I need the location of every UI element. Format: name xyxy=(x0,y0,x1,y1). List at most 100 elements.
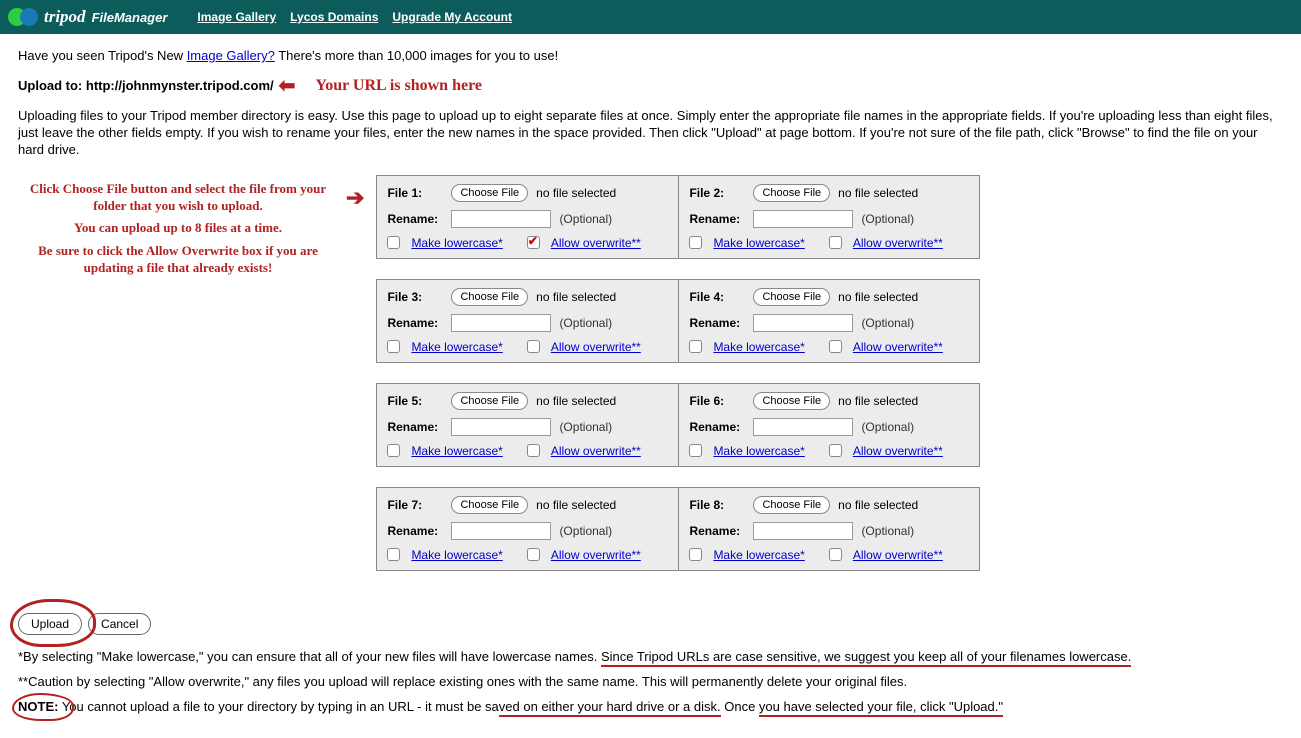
rename-input[interactable] xyxy=(753,418,853,436)
overwrite-link[interactable]: Allow overwrite** xyxy=(551,340,641,354)
choose-file-button[interactable]: Choose File xyxy=(753,288,830,306)
overwrite-link[interactable]: Allow overwrite** xyxy=(551,236,641,250)
file-box-2: File 2: Choose File no file selected Rename… xyxy=(678,175,980,259)
rename-label: Rename: xyxy=(387,524,443,538)
rename-input[interactable] xyxy=(451,210,551,228)
url-annotation: Your URL is shown here xyxy=(315,77,482,95)
lowercase-checkbox[interactable] xyxy=(689,236,702,249)
optional-text: (Optional) xyxy=(861,524,914,538)
no-file-text: no file selected xyxy=(838,290,918,304)
overwrite-checkbox[interactable] xyxy=(829,548,842,561)
lowercase-link[interactable]: Make lowercase* xyxy=(713,236,804,250)
lowercase-checkbox[interactable] xyxy=(387,444,400,457)
nav-lycos-domains[interactable]: Lycos Domains xyxy=(290,10,378,24)
overwrite-link[interactable]: Allow overwrite** xyxy=(853,548,943,562)
upload-circle-annotation: Upload xyxy=(18,613,82,635)
optional-text: (Optional) xyxy=(559,524,612,538)
logo-icon xyxy=(8,6,38,28)
overwrite-checkbox[interactable] xyxy=(527,340,540,353)
file-label: File 2: xyxy=(689,186,745,200)
overwrite-checkbox[interactable] xyxy=(829,236,842,249)
rename-input[interactable] xyxy=(451,314,551,332)
lowercase-checkbox[interactable] xyxy=(689,340,702,353)
footnote-lowercase: *By selecting "Make lowercase," you can … xyxy=(18,649,1283,664)
choose-file-button[interactable]: Choose File xyxy=(451,496,528,514)
overwrite-link[interactable]: Allow overwrite** xyxy=(551,444,641,458)
lowercase-link[interactable]: Make lowercase* xyxy=(713,444,804,458)
lowercase-checkbox[interactable] xyxy=(387,236,400,249)
file-box-8: File 8:Choose Fileno file selectedRename… xyxy=(678,487,980,571)
lowercase-link[interactable]: Make lowercase* xyxy=(411,548,502,562)
choose-file-button[interactable]: Choose File xyxy=(753,392,830,410)
lowercase-link[interactable]: Make lowercase* xyxy=(713,548,804,562)
overwrite-checkbox[interactable] xyxy=(829,340,842,353)
no-file-text: no file selected xyxy=(838,186,918,200)
overwrite-link[interactable]: Allow overwrite** xyxy=(853,444,943,458)
choose-file-button[interactable]: Choose File xyxy=(753,184,830,202)
lowercase-checkbox[interactable] xyxy=(689,444,702,457)
file-box-6: File 6:Choose Fileno file selectedRename… xyxy=(678,383,980,467)
optional-text: (Optional) xyxy=(559,212,612,226)
overwrite-checkbox[interactable] xyxy=(527,444,540,457)
choose-file-button[interactable]: Choose File xyxy=(451,184,528,202)
brand-b: FileManager xyxy=(92,10,168,25)
no-file-text: no file selected xyxy=(536,290,616,304)
rename-label: Rename: xyxy=(689,212,745,226)
description: Uploading files to your Tripod member di… xyxy=(18,108,1283,159)
header-bar: tripod FileManager Image Gallery Lycos D… xyxy=(0,0,1301,34)
no-file-text: no file selected xyxy=(536,394,616,408)
file-label: File 1: xyxy=(387,186,443,200)
footnote-overwrite: **Caution by selecting "Allow overwrite,… xyxy=(18,674,1283,689)
upload-grid: File 1: Choose File no file selected Rename… xyxy=(376,175,980,591)
lowercase-checkbox[interactable] xyxy=(387,548,400,561)
choose-file-button[interactable]: Choose File xyxy=(451,288,528,306)
rename-input[interactable] xyxy=(451,418,551,436)
rename-input[interactable] xyxy=(753,210,853,228)
arrow-icon: ➔ xyxy=(346,185,364,211)
rename-input[interactable] xyxy=(753,314,853,332)
file-box-4: File 4: Choose File no file selected Rename… xyxy=(678,279,980,363)
file-label: File 5: xyxy=(387,394,443,408)
choose-file-button[interactable]: Choose File xyxy=(451,392,528,410)
file-label: File 8: xyxy=(689,498,745,512)
file-label: File 4: xyxy=(689,290,745,304)
lowercase-link[interactable]: Make lowercase* xyxy=(411,236,502,250)
rename-label: Rename: xyxy=(387,420,443,434)
rename-label: Rename: xyxy=(689,524,745,538)
lowercase-link[interactable]: Make lowercase* xyxy=(411,340,502,354)
cancel-button[interactable]: Cancel xyxy=(88,613,151,635)
rename-label: Rename: xyxy=(387,316,443,330)
overwrite-checkbox[interactable] xyxy=(527,548,540,561)
rename-label: Rename: xyxy=(689,316,745,330)
overwrite-checkbox[interactable] xyxy=(829,444,842,457)
lowercase-link[interactable]: Make lowercase* xyxy=(713,340,804,354)
overwrite-link[interactable]: Allow overwrite** xyxy=(853,340,943,354)
footnote-note: NOTE: You cannot upload a file to your d… xyxy=(18,699,1283,714)
optional-text: (Optional) xyxy=(861,316,914,330)
upload-button[interactable]: Upload xyxy=(18,613,82,635)
choose-file-button[interactable]: Choose File xyxy=(753,496,830,514)
rename-input[interactable] xyxy=(753,522,853,540)
brand-a: tripod xyxy=(44,7,86,27)
optional-text: (Optional) xyxy=(861,420,914,434)
lowercase-checkbox[interactable] xyxy=(387,340,400,353)
image-gallery-link[interactable]: Image Gallery? xyxy=(187,48,275,63)
arrow-icon: ⬅ xyxy=(279,73,296,98)
no-file-text: no file selected xyxy=(838,394,918,408)
nav-upgrade[interactable]: Upgrade My Account xyxy=(392,10,512,24)
file-box-3: File 3: Choose File no file selected Rename… xyxy=(376,279,678,363)
overwrite-link[interactable]: Allow overwrite** xyxy=(551,548,641,562)
overwrite-link[interactable]: Allow overwrite** xyxy=(853,236,943,250)
overwrite-checkbox[interactable] xyxy=(527,236,540,249)
rename-label: Rename: xyxy=(387,212,443,226)
file-box-5: File 5: Choose File no file selected Rename… xyxy=(376,383,678,467)
lowercase-link[interactable]: Make lowercase* xyxy=(411,444,502,458)
optional-text: (Optional) xyxy=(559,316,612,330)
rename-input[interactable] xyxy=(451,522,551,540)
file-box-7: File 7:Choose Fileno file selectedRename… xyxy=(376,487,678,571)
file-label: File 3: xyxy=(387,290,443,304)
lowercase-checkbox[interactable] xyxy=(689,548,702,561)
upload-url: Upload to: http://johnmynster.tripod.com… xyxy=(18,78,274,93)
nav-image-gallery[interactable]: Image Gallery xyxy=(197,10,276,24)
left-annotations: Click Choose File button and select the … xyxy=(18,175,338,283)
